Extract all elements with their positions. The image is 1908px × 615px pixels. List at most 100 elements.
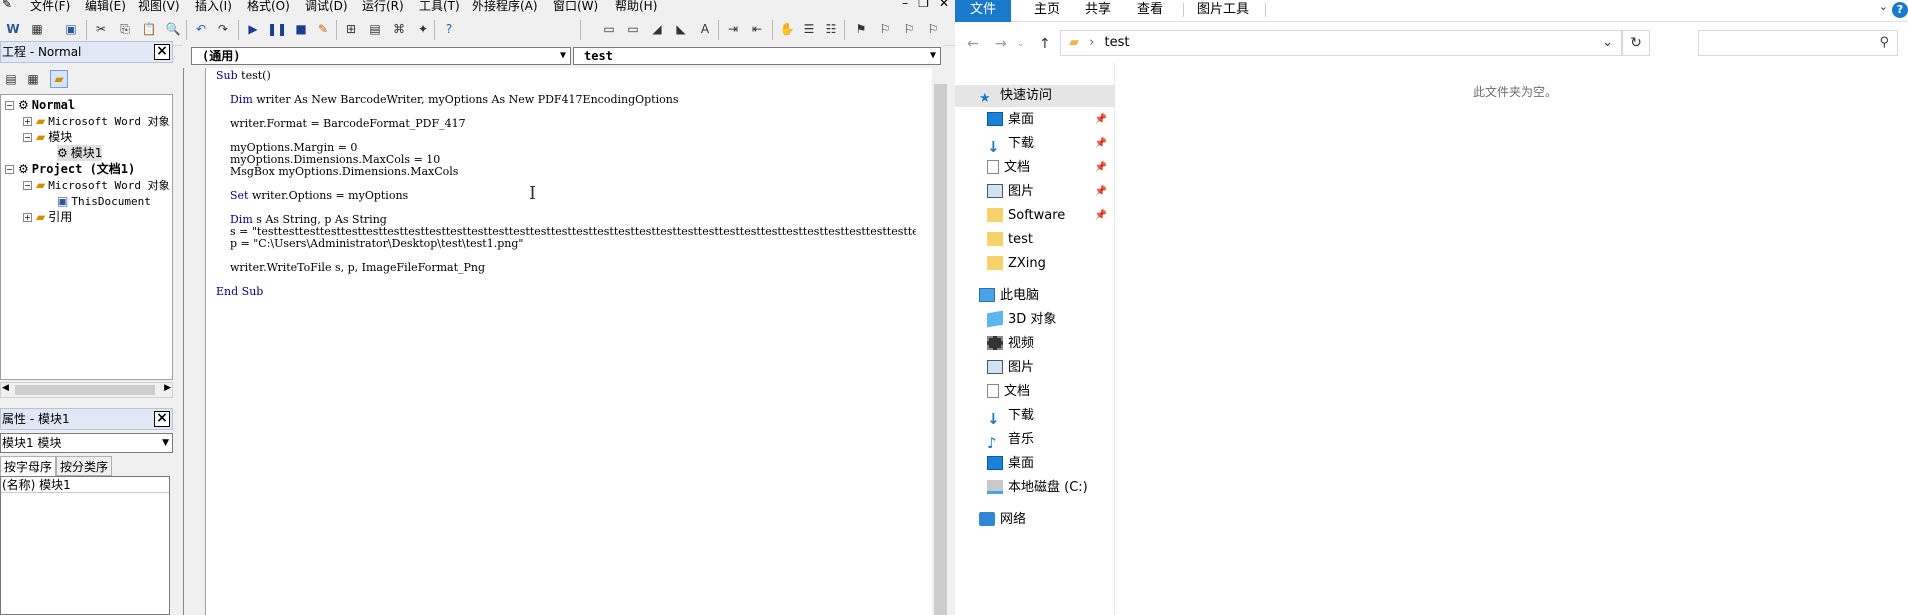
properties-icon[interactable]: ▤ bbox=[366, 20, 384, 38]
undo-icon[interactable]: ↶ bbox=[192, 20, 210, 38]
nav-desktop[interactable]: 桌面 📌 bbox=[955, 109, 1115, 131]
back-icon[interactable]: ← bbox=[967, 36, 979, 52]
nav-quick-access[interactable]: ★ 快速访问 bbox=[955, 85, 1115, 107]
help-icon[interactable]: ? bbox=[1892, 2, 1908, 18]
cut-icon[interactable]: ✂ bbox=[92, 20, 110, 38]
up-icon[interactable]: ↑ bbox=[1039, 36, 1051, 52]
expand-ribbon-icon[interactable]: ⌄ bbox=[1879, 0, 1888, 13]
tab-file[interactable]: 文件 bbox=[955, 0, 1011, 22]
toolbox-icon[interactable]: ✦ bbox=[414, 20, 432, 38]
word-icon[interactable]: W bbox=[4, 20, 22, 38]
code-line[interactable]: Sub test() bbox=[216, 70, 916, 82]
uncomment-block-icon[interactable]: ☷ bbox=[822, 20, 840, 38]
design-mode-icon[interactable]: ✎ bbox=[314, 20, 332, 38]
address-bar[interactable]: ▰ › test ⌄ bbox=[1060, 30, 1622, 56]
toggle-bookmark-icon[interactable]: ⚑ bbox=[852, 20, 870, 38]
next-bookmark-icon[interactable]: ⚐ bbox=[876, 20, 894, 38]
tree-node-thisdocument[interactable]: ▣ ThisDocument bbox=[57, 193, 151, 210]
tab-categorized[interactable]: 按分类序 bbox=[56, 456, 113, 476]
nav-documents[interactable]: 文档 📌 bbox=[955, 157, 1115, 179]
tab-view[interactable]: 查看 bbox=[1127, 0, 1173, 22]
code-line[interactable]: Set writer.Options = myOptions bbox=[216, 190, 916, 202]
scroll-thumb[interactable] bbox=[15, 385, 155, 395]
find-icon[interactable]: 🔍 bbox=[164, 20, 182, 38]
search-input[interactable]: ⚲ bbox=[1698, 30, 1898, 56]
object-browser-icon[interactable]: ⌘ bbox=[390, 20, 408, 38]
tab-share[interactable]: 共享 bbox=[1075, 0, 1121, 22]
complete-word-icon[interactable]: A bbox=[696, 20, 714, 38]
recent-locations-icon[interactable]: ⌄ bbox=[1017, 39, 1025, 49]
pause-icon[interactable]: ❚❚ bbox=[267, 20, 287, 38]
list-constants-icon[interactable]: ▭ bbox=[624, 20, 642, 38]
code-vscrollbar[interactable] bbox=[932, 68, 949, 615]
menu-format[interactable]: 格式(O) bbox=[247, 0, 290, 12]
code-line[interactable]: End Sub bbox=[216, 286, 916, 298]
run-icon[interactable]: ▶ bbox=[244, 20, 262, 38]
vbe-app-icon[interactable]: ✎ bbox=[2, 0, 12, 11]
paste-icon[interactable]: 📋 bbox=[140, 20, 158, 38]
tree-node-word-objects[interactable]: + ▰ Microsoft Word 对象 bbox=[23, 113, 170, 130]
menu-addins[interactable]: 外接程序(A) bbox=[472, 0, 538, 12]
nav-videos[interactable]: 视频 bbox=[955, 333, 1115, 355]
clear-bookmarks-icon[interactable]: ⚐ bbox=[924, 20, 942, 38]
minimize-icon[interactable]: – bbox=[902, 0, 908, 10]
code-line[interactable]: Dim writer As New BarcodeWriter, myOptio… bbox=[216, 94, 916, 106]
nav-local-disk[interactable]: 本地磁盘 (C:) bbox=[955, 477, 1115, 499]
scroll-left-icon[interactable]: ◀ bbox=[2, 383, 9, 393]
outdent-icon[interactable]: ⇤ bbox=[748, 20, 766, 38]
menu-view[interactable]: 视图(V) bbox=[138, 0, 180, 12]
restore-icon[interactable]: ❐ bbox=[918, 0, 929, 10]
parameter-info-icon[interactable]: ◣ bbox=[672, 20, 690, 38]
nav-software[interactable]: Software 📌 bbox=[955, 205, 1115, 227]
tab-alphabetic[interactable]: 按字母序 bbox=[0, 456, 57, 476]
list-properties-icon[interactable]: ▭ bbox=[600, 20, 618, 38]
toggle-breakpoint-icon[interactable]: ✋ bbox=[778, 20, 796, 38]
chevron-down-icon[interactable]: ⌄ bbox=[1602, 31, 1613, 55]
code-line[interactable]: writer.Format = BarcodeFormat_PDF_417 bbox=[216, 118, 916, 130]
object-combo[interactable]: (通用) ▼ bbox=[191, 47, 571, 65]
project-explorer-icon[interactable]: ⊞ bbox=[342, 20, 360, 38]
tab-picture-tools[interactable]: 图片工具 bbox=[1187, 0, 1259, 22]
menu-help[interactable]: 帮助(H) bbox=[615, 0, 657, 12]
stop-icon[interactable]: ■ bbox=[292, 20, 310, 38]
code-text[interactable]: Sub test() Dim writer As New BarcodeWrit… bbox=[216, 70, 916, 298]
tree-node-module1[interactable]: ⚙ 模块1 bbox=[57, 145, 103, 161]
project-tree-hscrollbar[interactable]: ◀ ▶ bbox=[0, 382, 173, 398]
menu-tools[interactable]: 工具(T) bbox=[419, 0, 460, 12]
nav-pictures[interactable]: 图片 📌 bbox=[955, 181, 1115, 203]
code-margin-indicator[interactable] bbox=[184, 68, 206, 615]
help-icon[interactable]: ? bbox=[440, 20, 458, 38]
tree-node-references[interactable]: + ▰ 引用 bbox=[23, 209, 72, 225]
tree-node-word-objects-2[interactable]: − ▰ Microsoft Word 对象 bbox=[23, 177, 170, 194]
nav-downloads[interactable]: ↓ 下载 📌 bbox=[955, 133, 1115, 156]
menu-insert[interactable]: 插入(I) bbox=[195, 0, 232, 12]
nav-desktop-2[interactable]: 桌面 bbox=[955, 453, 1115, 475]
close-icon[interactable]: ✕ bbox=[939, 0, 949, 10]
nav-downloads-2[interactable]: ↓ 下载 bbox=[955, 405, 1115, 428]
nav-zxing[interactable]: ZXing bbox=[955, 253, 1115, 275]
refresh-button[interactable]: ↻ bbox=[1622, 30, 1650, 56]
indent-icon[interactable]: ⇥ bbox=[724, 20, 742, 38]
menu-edit[interactable]: 编辑(E) bbox=[85, 0, 126, 12]
nav-this-pc[interactable]: 此电脑 bbox=[955, 285, 1115, 307]
code-line[interactable] bbox=[216, 274, 916, 286]
nav-pictures-2[interactable]: 图片 bbox=[955, 357, 1115, 379]
close-properties-button[interactable]: × bbox=[154, 411, 170, 427]
toggle-folders-icon[interactable]: ▰ bbox=[50, 70, 68, 88]
nav-test[interactable]: test bbox=[955, 229, 1115, 251]
tree-node-normal[interactable]: − ⚙ Normal bbox=[5, 97, 75, 113]
insert-userform-icon[interactable]: ▦ bbox=[28, 20, 46, 38]
tree-node-modules[interactable]: − ▰ 模块 bbox=[23, 129, 72, 145]
nav-network[interactable]: 网络 bbox=[955, 509, 1115, 531]
tab-home[interactable]: 主页 bbox=[1024, 0, 1070, 22]
nav-documents-2[interactable]: 文档 bbox=[955, 381, 1115, 403]
property-row-name[interactable]: (名称) 模块1 bbox=[1, 477, 169, 493]
quick-info-icon[interactable]: ◢ bbox=[648, 20, 666, 38]
view-code-icon[interactable]: ▤ bbox=[2, 70, 20, 88]
menu-run[interactable]: 运行(R) bbox=[362, 0, 404, 12]
close-project-explorer-button[interactable]: × bbox=[154, 44, 170, 60]
nav-music[interactable]: ♪ 音乐 bbox=[955, 429, 1115, 452]
view-object-icon[interactable]: ▦ bbox=[24, 70, 42, 88]
previous-bookmark-icon[interactable]: ⚐ bbox=[900, 20, 918, 38]
procedure-combo[interactable]: test ▼ bbox=[573, 47, 941, 65]
